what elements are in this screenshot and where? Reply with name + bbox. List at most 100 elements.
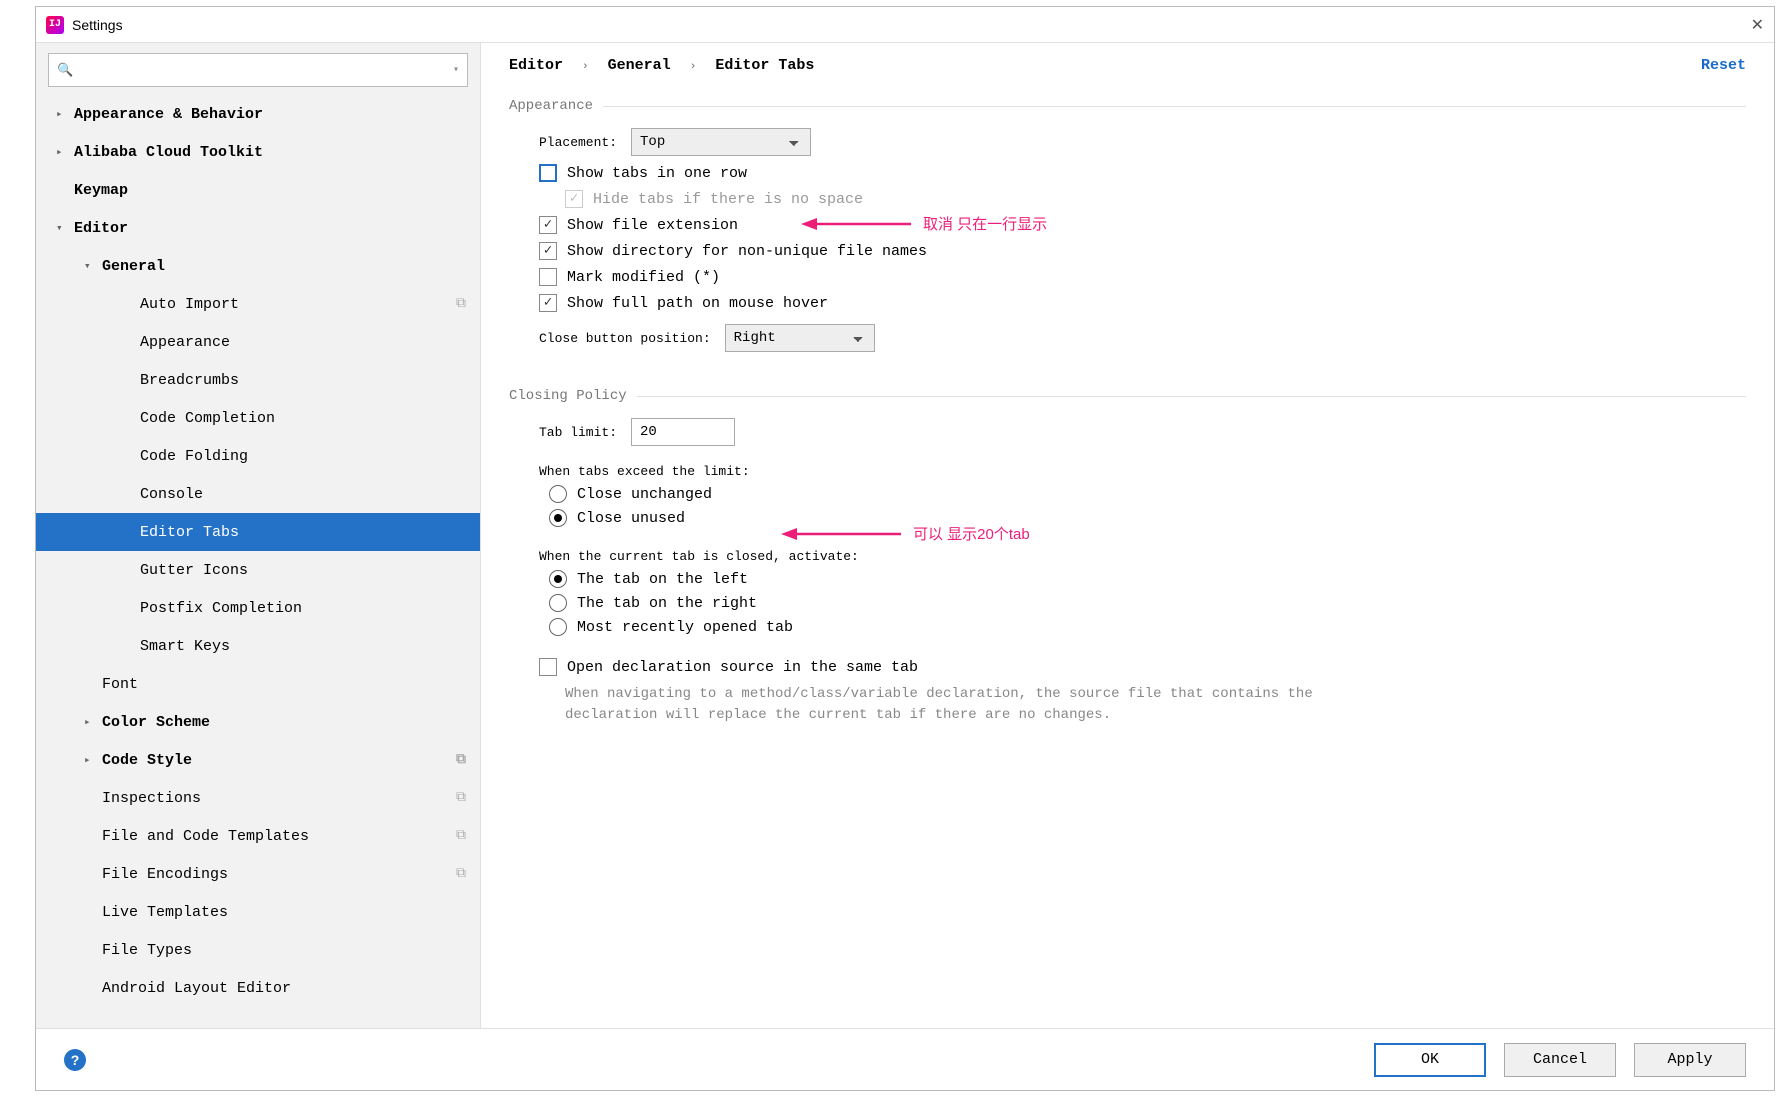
show-directory-label: Show directory for non-unique file names (567, 243, 927, 260)
search-input[interactable]: 🔍 ▾ (48, 53, 468, 87)
sidebar-item-label: Alibaba Cloud Toolkit (74, 144, 263, 161)
sidebar-item-label: Keymap (74, 182, 128, 199)
placement-label: Placement: (539, 135, 617, 150)
sidebar-item-color-scheme[interactable]: ▸Color Scheme (36, 703, 480, 741)
sidebar-item-keymap[interactable]: Keymap (36, 171, 480, 209)
dialog-title: Settings (72, 17, 123, 33)
sidebar-item-file-types[interactable]: File Types (36, 931, 480, 969)
sidebar-item-label: Smart Keys (140, 638, 230, 655)
sidebar-item-appearance-behavior[interactable]: ▸Appearance & Behavior (36, 95, 480, 133)
sidebar-item-label: Android Layout Editor (102, 980, 291, 997)
open-declaration-hint: When navigating to a method/class/variab… (565, 684, 1345, 726)
tab-right-label: The tab on the right (577, 595, 757, 612)
tab-recent-radio[interactable] (549, 618, 567, 636)
chevron-right-icon: ▸ (56, 145, 74, 159)
close-icon[interactable]: ✕ (1751, 15, 1764, 35)
sidebar-item-label: Font (102, 676, 138, 693)
sidebar-item-label: General (102, 258, 165, 275)
copy-icon: ⧉ (456, 866, 466, 882)
sidebar-item-file-and-code-templates[interactable]: File and Code Templates⧉ (36, 817, 480, 855)
chevron-right-icon: ▸ (84, 753, 102, 767)
tab-right-radio[interactable] (549, 594, 567, 612)
close-unused-radio[interactable] (549, 509, 567, 527)
sidebar-item-file-encodings[interactable]: File Encodings⧉ (36, 855, 480, 893)
sidebar-item-label: Code Style (102, 752, 192, 769)
show-full-path-checkbox[interactable] (539, 294, 557, 312)
apply-button[interactable]: Apply (1634, 1043, 1746, 1077)
chevron-right-icon: ▸ (56, 107, 74, 121)
open-declaration-checkbox[interactable] (539, 658, 557, 676)
sidebar-item-gutter-icons[interactable]: Gutter Icons (36, 551, 480, 589)
sidebar-item-editor[interactable]: ▾Editor (36, 209, 480, 247)
sidebar-item-label: Code Folding (140, 448, 248, 465)
chevron-right-icon: › (690, 61, 697, 73)
chevron-right-icon: ▸ (84, 715, 102, 729)
sidebar-item-label: Editor (74, 220, 128, 237)
chevron-right-icon: › (582, 61, 589, 73)
reset-link[interactable]: Reset (1701, 57, 1746, 74)
sidebar-item-live-templates[interactable]: Live Templates (36, 893, 480, 931)
copy-icon: ⧉ (456, 296, 466, 312)
sidebar-item-postfix-completion[interactable]: Postfix Completion (36, 589, 480, 627)
close-button-position-label: Close button position: (539, 331, 711, 346)
sidebar-item-general[interactable]: ▾General (36, 247, 480, 285)
close-unchanged-radio[interactable] (549, 485, 567, 503)
mark-modified-checkbox[interactable] (539, 268, 557, 286)
sidebar-item-label: Inspections (102, 790, 201, 807)
tab-limit-input[interactable] (631, 418, 735, 446)
titlebar: IJ Settings ✕ (36, 7, 1774, 43)
breadcrumb-item: General (608, 57, 671, 74)
sidebar-item-inspections[interactable]: Inspections ⧉ (36, 779, 480, 817)
sidebar-item-auto-import[interactable]: Auto Import ⧉ (36, 285, 480, 323)
chevron-down-icon: ▾ (84, 259, 102, 273)
close-unused-label: Close unused (577, 510, 685, 527)
sidebar-item-console[interactable]: Console (36, 475, 480, 513)
sidebar-item-label: Appearance (140, 334, 230, 351)
breadcrumb-item: Editor (509, 57, 563, 74)
sidebar-item-label: Code Completion (140, 410, 275, 427)
sidebar-item-editor-tabs[interactable]: Editor Tabs (36, 513, 480, 551)
copy-icon: ⧉ (456, 752, 466, 768)
help-icon[interactable]: ? (64, 1049, 86, 1071)
mark-modified-label: Mark modified (*) (567, 269, 720, 286)
cancel-button[interactable]: Cancel (1504, 1043, 1616, 1077)
sidebar-item-label: Appearance & Behavior (74, 106, 263, 123)
breadcrumb-item: Editor Tabs (715, 57, 814, 74)
hide-tabs-checkbox (565, 190, 583, 208)
chevron-down-icon: ▾ (56, 221, 74, 235)
sidebar-item-code-folding[interactable]: Code Folding (36, 437, 480, 475)
sidebar-item-font[interactable]: Font (36, 665, 480, 703)
copy-icon: ⧉ (456, 828, 466, 844)
ok-button[interactable]: OK (1374, 1043, 1486, 1077)
close-button-position-select[interactable]: Right (725, 324, 875, 352)
sidebar-item-alibaba-cloud-toolkit[interactable]: ▸Alibaba Cloud Toolkit (36, 133, 480, 171)
section-closing-policy: Closing Policy (509, 388, 1746, 404)
dialog-footer: ? OK Cancel Apply (36, 1028, 1774, 1090)
sidebar-item-smart-keys[interactable]: Smart Keys (36, 627, 480, 665)
show-directory-checkbox[interactable] (539, 242, 557, 260)
tab-left-radio[interactable] (549, 570, 567, 588)
sidebar-item-breadcrumbs[interactable]: Breadcrumbs (36, 361, 480, 399)
copy-icon: ⧉ (456, 790, 466, 806)
sidebar-item-android-layout-editor[interactable]: Android Layout Editor (36, 969, 480, 1007)
sidebar-item-label: Color Scheme (102, 714, 210, 731)
sidebar-item-appearance[interactable]: Appearance (36, 323, 480, 361)
tab-recent-label: Most recently opened tab (577, 619, 793, 636)
show-file-ext-label: Show file extension (567, 217, 738, 234)
settings-dialog: IJ Settings ✕ 🔍 ▾ ▸Appearance & Behavior… (35, 6, 1775, 1091)
show-tabs-one-row-checkbox[interactable] (539, 164, 557, 182)
section-appearance: Appearance (509, 98, 1746, 114)
settings-tree: ▸Appearance & Behavior▸Alibaba Cloud Too… (36, 95, 480, 1028)
hide-tabs-label: Hide tabs if there is no space (593, 191, 863, 208)
sidebar-item-label: File Types (102, 942, 192, 959)
sidebar-item-code-style[interactable]: ▸Code Style ⧉ (36, 741, 480, 779)
show-file-ext-checkbox[interactable] (539, 216, 557, 234)
sidebar-item-label: Console (140, 486, 203, 503)
exceed-limit-label: When tabs exceed the limit: (539, 464, 1746, 479)
breadcrumb: Editor › General › Editor Tabs (509, 57, 814, 74)
sidebar-item-label: Auto Import (140, 296, 239, 313)
placement-select[interactable]: Top (631, 128, 811, 156)
chevron-down-icon: ▾ (453, 64, 459, 76)
sidebar-item-code-completion[interactable]: Code Completion (36, 399, 480, 437)
activate-label: When the current tab is closed, activate… (539, 549, 1746, 564)
